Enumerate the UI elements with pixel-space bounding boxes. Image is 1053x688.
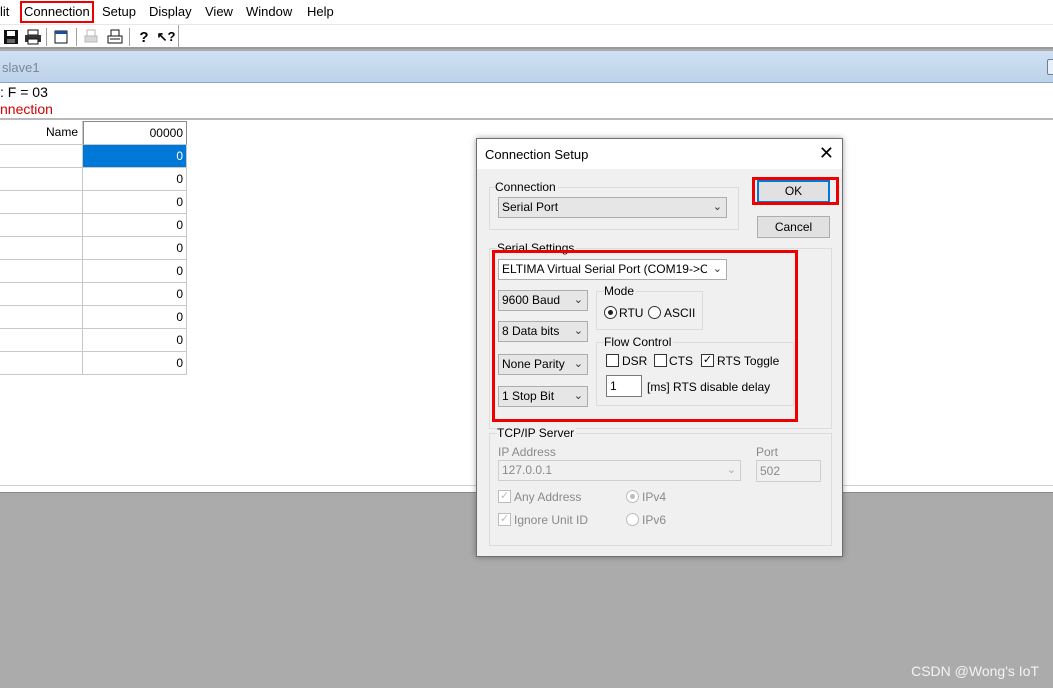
connection-group-label: Connection [495, 180, 558, 194]
toolbar-separator [76, 28, 77, 46]
toolbar: ? ↖? [0, 24, 1053, 49]
ip-address-label: IP Address [498, 445, 556, 459]
serial-highlight-box [492, 250, 798, 422]
name-cell[interactable] [0, 214, 83, 237]
name-cell[interactable] [0, 237, 83, 260]
value-cell[interactable]: 0 [83, 168, 187, 191]
table-row[interactable]: 0 [0, 168, 187, 191]
window-icon[interactable] [51, 27, 71, 47]
value-cell[interactable]: 0 [83, 352, 187, 375]
table-row[interactable]: 0 [0, 329, 187, 352]
table-header: Name 00000 [0, 121, 187, 145]
child-window-title: slave1 [2, 60, 40, 75]
status-function: : F = 03 [0, 84, 48, 100]
name-cell[interactable] [0, 283, 83, 306]
connection-type-select[interactable]: Serial Port ⌄ [498, 197, 727, 218]
table-row[interactable]: 0 [0, 283, 187, 306]
menu-setup[interactable]: Setup [100, 3, 138, 21]
table-row[interactable]: 0 [0, 306, 187, 329]
any-address-checkbox[interactable]: ✓ [498, 490, 511, 503]
value-cell[interactable]: 0 [83, 260, 187, 283]
table-row[interactable]: 0 [0, 191, 187, 214]
ip-address-select[interactable]: 127.0.0.1 ⌄ [498, 460, 741, 481]
table-row[interactable]: 0 [0, 214, 187, 237]
port-input[interactable]: 502 [756, 460, 821, 482]
close-icon[interactable]: ✕ [819, 143, 834, 163]
name-cell[interactable] [0, 168, 83, 191]
context-help-icon[interactable]: ↖? [156, 27, 176, 47]
any-address-label: Any Address [514, 490, 582, 504]
register-table: Name 00000 0 0 0 0 0 0 0 0 0 0 [0, 121, 187, 375]
printer-icon[interactable] [105, 27, 125, 47]
toolbar-separator [46, 28, 47, 46]
name-cell[interactable] [0, 260, 83, 283]
disabled-print-icon[interactable] [81, 27, 101, 47]
menu-bar: lit Connection Setup Display View Window… [0, 0, 1053, 24]
menu-display[interactable]: Display [147, 3, 194, 21]
ip-address-value: 127.0.0.1 [502, 463, 553, 477]
column-header-address[interactable]: 00000 [83, 121, 187, 145]
status-connection: nnection [0, 101, 53, 117]
value-cell[interactable]: 0 [83, 283, 187, 306]
help-icon[interactable]: ? [134, 27, 154, 47]
name-cell[interactable] [0, 191, 83, 214]
chevron-down-icon: ⌄ [712, 201, 722, 213]
save-icon[interactable] [1, 27, 21, 47]
dialog-title: Connection Setup [485, 147, 589, 162]
name-cell[interactable] [0, 145, 83, 168]
ipv4-radio[interactable] [626, 490, 639, 503]
ignore-unit-id-label: Ignore Unit ID [514, 513, 589, 527]
port-label: Port [756, 445, 779, 459]
table-row[interactable]: 0 [0, 145, 187, 168]
dialog-titlebar[interactable]: Connection Setup ✕ [477, 139, 842, 169]
table-row[interactable]: 0 [0, 260, 187, 283]
ok-highlight-box [752, 177, 839, 205]
print-icon[interactable] [23, 27, 43, 47]
ignore-unit-id-checkbox[interactable]: ✓ [498, 513, 511, 526]
value-cell[interactable]: 0 [83, 306, 187, 329]
divider [0, 118, 1053, 120]
menu-connection[interactable]: Connection [20, 1, 94, 23]
value-cell[interactable]: 0 [83, 329, 187, 352]
name-cell[interactable] [0, 306, 83, 329]
watermark: CSDN @Wong's IoT [911, 663, 1039, 679]
chevron-down-icon: ⌄ [726, 464, 736, 476]
ipv6-label: IPv6 [642, 513, 667, 527]
table-row[interactable]: 0 [0, 352, 187, 375]
name-cell[interactable] [0, 329, 83, 352]
name-cell[interactable] [0, 352, 83, 375]
menu-view[interactable]: View [203, 3, 235, 21]
connection-type-value: Serial Port [502, 200, 559, 214]
ipv6-radio[interactable] [626, 513, 639, 526]
table-row[interactable]: 0 [0, 237, 187, 260]
value-cell[interactable]: 0 [83, 145, 187, 168]
tcpip-server-label: TCP/IP Server [497, 426, 577, 440]
toolbar-separator [129, 28, 130, 46]
connection-setup-dialog: Connection Setup ✕ Connection Serial Por… [476, 138, 843, 557]
child-window-titlebar[interactable]: slave1 [0, 51, 1053, 83]
child-window-button[interactable] [1047, 59, 1053, 75]
column-header-name[interactable]: Name [0, 121, 83, 145]
toolbar-end-separator [178, 25, 179, 48]
ipv4-label: IPv4 [642, 490, 667, 504]
menu-help[interactable]: Help [305, 3, 336, 21]
cancel-button[interactable]: Cancel [757, 216, 830, 238]
value-cell[interactable]: 0 [83, 214, 187, 237]
menu-window[interactable]: Window [244, 3, 294, 21]
value-cell[interactable]: 0 [83, 191, 187, 214]
value-cell[interactable]: 0 [83, 237, 187, 260]
menu-edit[interactable]: lit [0, 3, 11, 21]
